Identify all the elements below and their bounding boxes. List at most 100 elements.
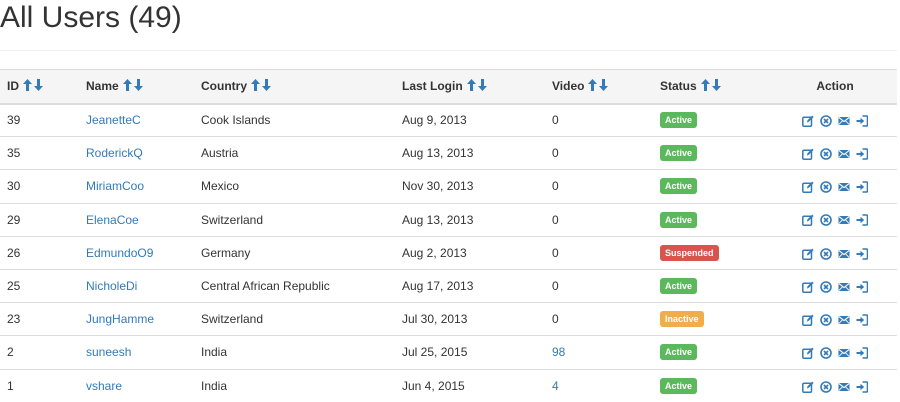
table-row: 39JeanetteCCook IslandsAug 9, 20130Activ… — [0, 104, 897, 137]
column-header-name: Name — [79, 70, 194, 104]
cell-name: RoderickQ — [79, 137, 194, 170]
cell-country: Germany — [194, 236, 395, 269]
cell-name: EdmundoO9 — [79, 236, 194, 269]
email-icon[interactable] — [838, 148, 850, 160]
cell-name: MiriamCoo — [79, 170, 194, 203]
sort-descending-icon[interactable] — [712, 79, 721, 91]
sort-ascending-icon[interactable] — [588, 79, 597, 91]
column-header-label: Name — [86, 79, 119, 93]
login-as-icon[interactable] — [856, 214, 868, 226]
login-as-icon[interactable] — [856, 181, 868, 193]
user-name-link[interactable]: suneesh — [86, 345, 131, 359]
user-name-link[interactable]: ElenaCoe — [86, 213, 139, 227]
sort-descending-icon[interactable] — [262, 79, 271, 91]
cell-id: 25 — [0, 269, 79, 302]
column-header-label: Status — [660, 79, 697, 93]
email-icon[interactable] — [838, 214, 850, 226]
sort-ascending-icon[interactable] — [251, 79, 260, 91]
cell-actions — [773, 170, 897, 203]
delete-icon[interactable] — [820, 281, 832, 293]
video-count-link[interactable]: 4 — [552, 379, 559, 393]
edit-icon[interactable] — [802, 214, 814, 226]
user-name-link[interactable]: JeanetteC — [86, 113, 141, 127]
sort-ascending-icon[interactable] — [701, 79, 710, 91]
user-name-link[interactable]: NicholeDi — [86, 279, 137, 293]
sort-ascending-icon[interactable] — [23, 79, 32, 91]
edit-icon[interactable] — [802, 314, 814, 326]
email-icon[interactable] — [838, 381, 850, 393]
cell-last-login: Jul 30, 2013 — [395, 303, 545, 336]
cell-video: 98 — [545, 336, 653, 369]
delete-icon[interactable] — [820, 347, 832, 359]
email-icon[interactable] — [838, 347, 850, 359]
table-row: 2suneeshIndiaJul 25, 201598Active — [0, 336, 897, 369]
email-icon[interactable] — [838, 181, 850, 193]
cell-country: India — [194, 336, 395, 369]
email-icon[interactable] — [838, 248, 850, 260]
cell-actions — [773, 236, 897, 269]
status-badge: Active — [660, 178, 697, 194]
table-row: 1vshareIndiaJun 4, 20154Active — [0, 369, 897, 402]
delete-icon[interactable] — [820, 214, 832, 226]
login-as-icon[interactable] — [856, 347, 868, 359]
login-as-icon[interactable] — [856, 281, 868, 293]
cell-name: NicholeDi — [79, 269, 194, 302]
cell-video: 0 — [545, 303, 653, 336]
login-as-icon[interactable] — [856, 115, 868, 127]
cell-status: Active — [653, 269, 773, 302]
cell-actions — [773, 269, 897, 302]
video-count-link[interactable]: 98 — [552, 345, 565, 359]
cell-last-login: Jun 4, 2015 — [395, 369, 545, 402]
cell-actions — [773, 369, 897, 402]
email-icon[interactable] — [838, 314, 850, 326]
sort-descending-icon[interactable] — [134, 79, 143, 91]
sort-ascending-icon[interactable] — [123, 79, 132, 91]
email-icon[interactable] — [838, 281, 850, 293]
delete-icon[interactable] — [820, 181, 832, 193]
delete-icon[interactable] — [820, 115, 832, 127]
delete-icon[interactable] — [820, 381, 832, 393]
edit-icon[interactable] — [802, 281, 814, 293]
cell-last-login: Aug 9, 2013 — [395, 104, 545, 137]
cell-actions — [773, 203, 897, 236]
login-as-icon[interactable] — [856, 148, 868, 160]
user-name-link[interactable]: vshare — [86, 379, 122, 393]
edit-icon[interactable] — [802, 381, 814, 393]
cell-name: suneesh — [79, 336, 194, 369]
edit-icon[interactable] — [802, 115, 814, 127]
users-table: IDNameCountryLast LoginVideoStatusAction… — [0, 69, 897, 402]
user-name-link[interactable]: MiriamCoo — [86, 179, 144, 193]
edit-icon[interactable] — [802, 148, 814, 160]
delete-icon[interactable] — [820, 248, 832, 260]
sort-ascending-icon[interactable] — [467, 79, 476, 91]
status-badge: Active — [660, 378, 697, 394]
user-name-link[interactable]: RoderickQ — [86, 146, 143, 160]
delete-icon[interactable] — [820, 148, 832, 160]
sort-descending-icon[interactable] — [34, 79, 43, 91]
login-as-icon[interactable] — [856, 381, 868, 393]
email-icon[interactable] — [838, 115, 850, 127]
cell-status: Active — [653, 203, 773, 236]
login-as-icon[interactable] — [856, 314, 868, 326]
login-as-icon[interactable] — [856, 248, 868, 260]
user-name-link[interactable]: JungHamme — [86, 312, 154, 326]
table-row: 30MiriamCooMexicoNov 30, 20130Active — [0, 170, 897, 203]
status-badge: Active — [660, 278, 697, 294]
sort-descending-icon[interactable] — [599, 79, 608, 91]
user-name-link[interactable]: EdmundoO9 — [86, 246, 153, 260]
cell-status: Active — [653, 104, 773, 137]
table-row: 29ElenaCoeSwitzerlandAug 13, 20130Active — [0, 203, 897, 236]
edit-icon[interactable] — [802, 248, 814, 260]
sort-descending-icon[interactable] — [478, 79, 487, 91]
cell-actions — [773, 104, 897, 137]
cell-id: 39 — [0, 104, 79, 137]
column-header-last-login: Last Login — [395, 70, 545, 104]
cell-last-login: Aug 13, 2013 — [395, 137, 545, 170]
column-header-country: Country — [194, 70, 395, 104]
cell-id: 1 — [0, 369, 79, 402]
delete-icon[interactable] — [820, 314, 832, 326]
cell-country: Austria — [194, 137, 395, 170]
cell-actions — [773, 336, 897, 369]
edit-icon[interactable] — [802, 181, 814, 193]
edit-icon[interactable] — [802, 347, 814, 359]
